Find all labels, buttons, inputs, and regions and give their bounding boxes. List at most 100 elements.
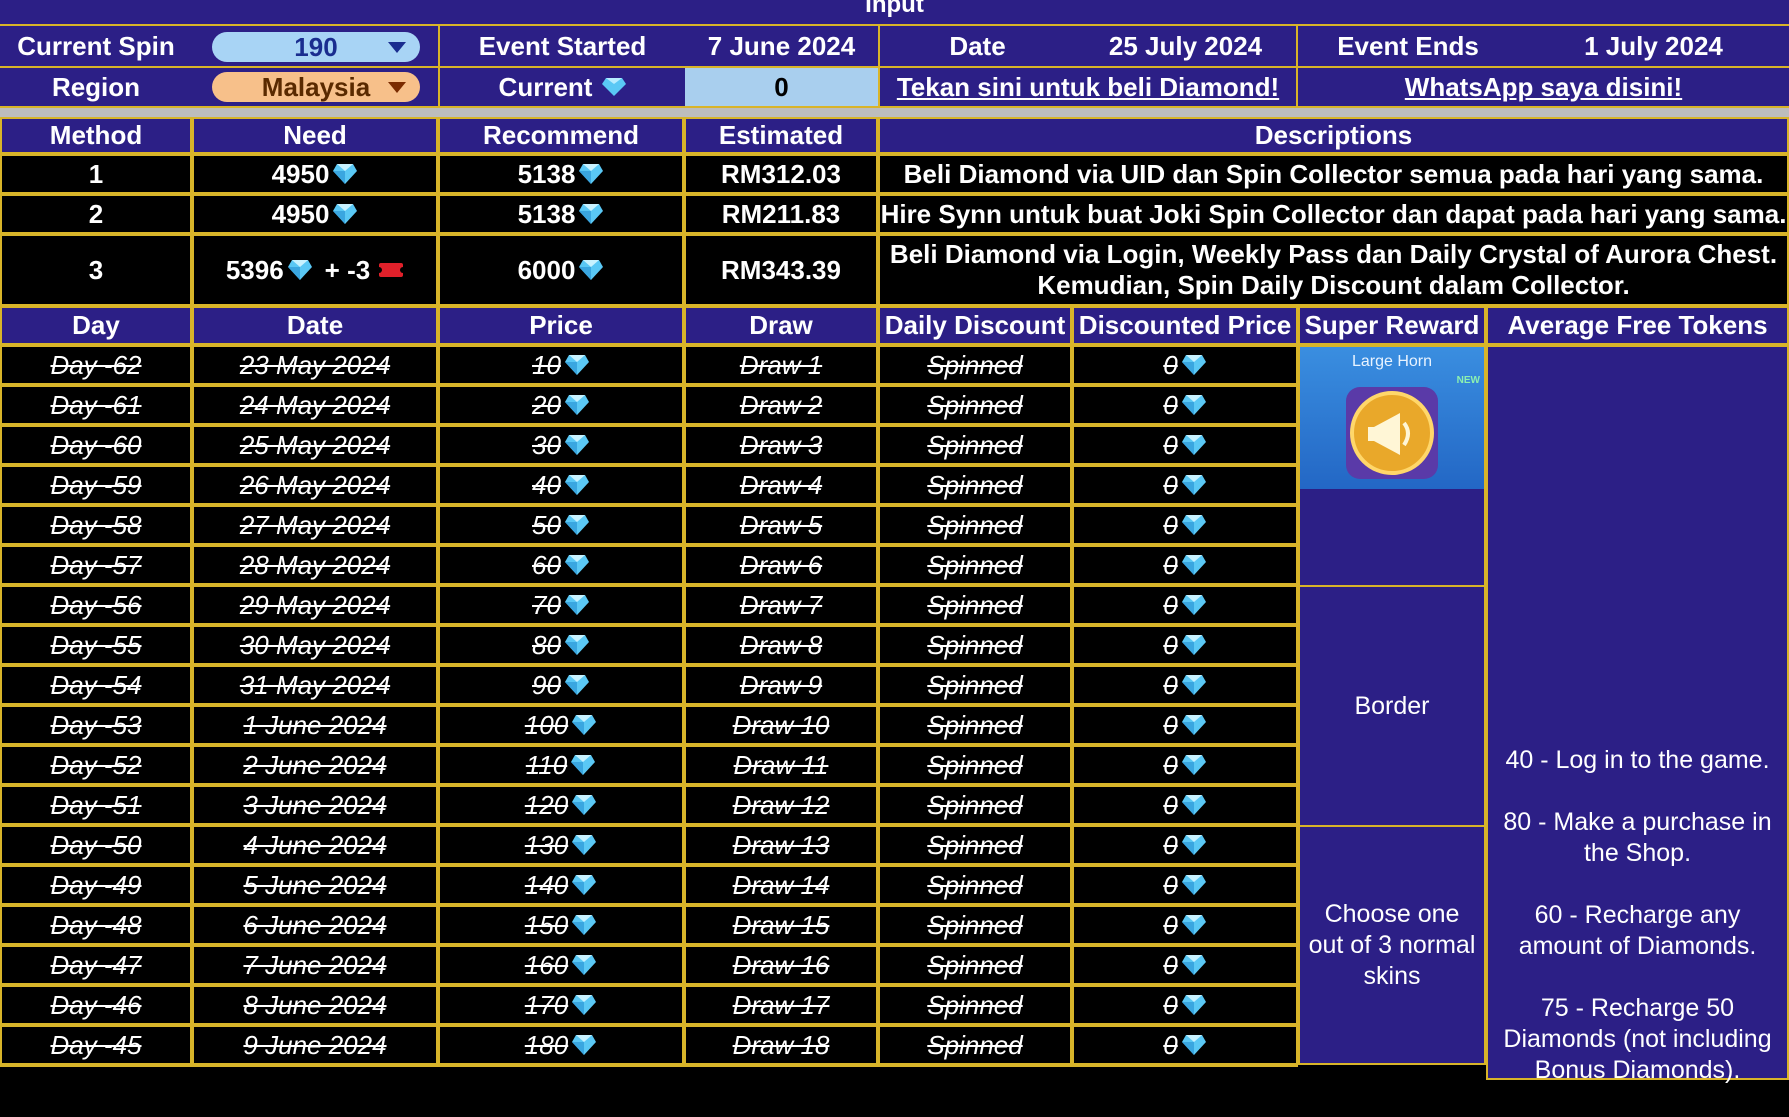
discounted-price-cell: 0 <box>1072 345 1298 385</box>
schedule-header-cell: Price <box>438 306 684 345</box>
current-label: Current <box>440 68 685 106</box>
discounted-price-cell: 0 <box>1072 385 1298 425</box>
diamond-icon <box>572 955 597 975</box>
price-cell: 30 <box>438 425 684 465</box>
discounted-price-cell: 0 <box>1072 425 1298 465</box>
price-cell: 10 <box>438 345 684 385</box>
date-cell: 30 May 2024 <box>192 625 438 665</box>
price-cell: 40 <box>438 465 684 505</box>
diamond-icon <box>564 635 589 655</box>
day-cell: Day -49 <box>0 865 192 905</box>
draw-cell: Draw 1 <box>684 345 878 385</box>
daily-discount-cell: Spinned <box>878 465 1072 505</box>
day-cell: Day -56 <box>0 585 192 625</box>
daily-discount-cell: Spinned <box>878 385 1072 425</box>
method-description: Hire Synn untuk buat Joki Spin Collector… <box>878 194 1789 234</box>
day-cell: Day -55 <box>0 625 192 665</box>
price-cell: 120 <box>438 785 684 825</box>
super-reward-3: Choose one out of 3 normal skins <box>1298 825 1486 1065</box>
super-reward-1: Large Horn NEW <box>1298 345 1486 587</box>
diamond-icon <box>1181 355 1206 375</box>
event-started-label: Event Started <box>478 30 647 61</box>
price-cell: 140 <box>438 865 684 905</box>
method-description: Beli Diamond via Login, Weekly Pass dan … <box>878 234 1789 306</box>
diamond-icon <box>564 675 589 695</box>
daily-discount-cell: Spinned <box>878 985 1072 1025</box>
daily-discount-cell: Spinned <box>878 865 1072 905</box>
event-ends-value: 1 July 2024 <box>1584 30 1723 61</box>
date-cell: 7 June 2024 <box>192 945 438 985</box>
date-label: Date <box>949 30 1006 61</box>
method-recommend: 6000 <box>438 234 684 306</box>
date-cell: 4 June 2024 <box>192 825 438 865</box>
current-diamond-input[interactable]: 0 <box>685 68 878 106</box>
methods-header-cell: Estimated <box>684 117 878 154</box>
draw-cell: Draw 14 <box>684 865 878 905</box>
method-number: 1 <box>0 154 192 194</box>
date-cell: 3 June 2024 <box>192 785 438 825</box>
discounted-price-cell: 0 <box>1072 905 1298 945</box>
day-cell: Day -52 <box>0 745 192 785</box>
buy-diamond-link[interactable]: Tekan sini untuk beli Diamond! <box>880 68 1296 106</box>
dropdown-caret-icon <box>388 42 406 53</box>
diamond-icon <box>572 875 597 895</box>
discounted-price-cell: 0 <box>1072 945 1298 985</box>
current-spin-select[interactable]: 190 <box>212 32 420 62</box>
reward-title: Large Horn <box>1351 353 1433 370</box>
discounted-price-cell: 0 <box>1072 585 1298 625</box>
price-cell: 150 <box>438 905 684 945</box>
daily-discount-cell: Spinned <box>878 905 1072 945</box>
next-row-partial <box>0 1065 1298 1082</box>
daily-discount-cell: Spinned <box>878 545 1072 585</box>
day-cell: Day -50 <box>0 825 192 865</box>
discounted-price-cell: 0 <box>1072 465 1298 505</box>
method-number: 2 <box>0 194 192 234</box>
day-cell: Day -59 <box>0 465 192 505</box>
diamond-icon <box>1181 595 1206 615</box>
price-cell: 50 <box>438 505 684 545</box>
diamond-icon <box>564 395 589 415</box>
schedule-header-cell: Discounted Price <box>1072 306 1298 345</box>
schedule-header-cell: Average Free Tokens <box>1486 306 1789 345</box>
schedule-header-cell: Date <box>192 306 438 345</box>
date-cell: 25 May 2024 <box>192 425 438 465</box>
draw-cell: Draw 13 <box>684 825 878 865</box>
diamond-icon <box>572 715 597 735</box>
diamond-icon <box>287 260 312 280</box>
discounted-price-cell: 0 <box>1072 665 1298 705</box>
day-cell: Day -48 <box>0 905 192 945</box>
price-cell: 130 <box>438 825 684 865</box>
discounted-price-cell: 0 <box>1072 1025 1298 1065</box>
price-cell: 20 <box>438 385 684 425</box>
schedule-header-cell: Daily Discount <box>878 306 1072 345</box>
day-cell: Day -54 <box>0 665 192 705</box>
diamond-icon <box>571 755 596 775</box>
daily-discount-cell: Spinned <box>878 625 1072 665</box>
diamond-icon <box>579 260 604 280</box>
whatsapp-link[interactable]: WhatsApp saya disini! <box>1298 68 1789 106</box>
diamond-icon <box>1181 955 1206 975</box>
date-cell: 23 May 2024 <box>192 345 438 385</box>
daily-discount-cell: Spinned <box>878 745 1072 785</box>
draw-cell: Draw 10 <box>684 705 878 745</box>
diamond-icon <box>572 835 597 855</box>
discounted-price-cell: 0 <box>1072 745 1298 785</box>
date-cell: 26 May 2024 <box>192 465 438 505</box>
methods-header-cell: Method <box>0 117 192 154</box>
date-cell: 29 May 2024 <box>192 585 438 625</box>
super-reward-2: Border <box>1298 585 1486 827</box>
diamond-icon <box>1181 755 1206 775</box>
daily-discount-cell: Spinned <box>878 425 1072 465</box>
diamond-icon <box>564 595 589 615</box>
day-cell: Day -58 <box>0 505 192 545</box>
date-cell: 24 May 2024 <box>192 385 438 425</box>
schedule-header-cell: Day <box>0 306 192 345</box>
day-cell: Day -47 <box>0 945 192 985</box>
free-token-item: 75 - Recharge 50 Diamonds (not including… <box>1503 994 1772 1084</box>
diamond-icon <box>564 555 589 575</box>
schedule-header-cell: Draw <box>684 306 878 345</box>
day-cell: Day -62 <box>0 345 192 385</box>
horn-icon <box>1346 387 1438 479</box>
region-select[interactable]: Malaysia <box>212 72 420 102</box>
dropdown-caret-icon <box>388 82 406 93</box>
